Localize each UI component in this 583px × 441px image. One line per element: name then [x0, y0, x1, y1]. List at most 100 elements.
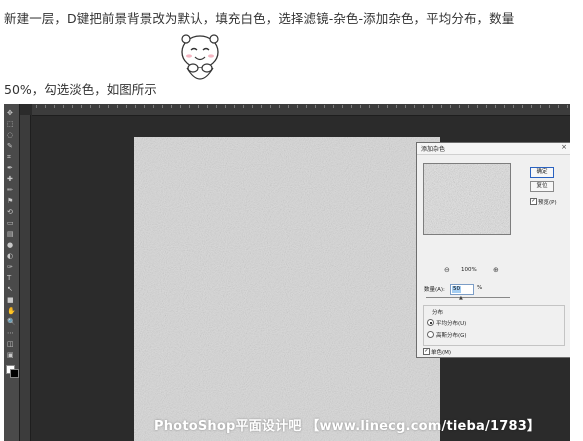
dodge-icon[interactable]: ◐	[7, 253, 16, 260]
eyedropper-icon[interactable]: ✒	[7, 165, 16, 172]
preview-checkbox[interactable]: ✓	[530, 198, 537, 205]
ruler-tick	[126, 105, 127, 108]
ruler-tick	[441, 105, 442, 108]
instruction-line-1: 新建一层，D键把前景背景改为默认，填充白色，选择滤镜-杂色-添加杂色，平均分布，…	[4, 11, 515, 26]
ruler-tick	[99, 105, 100, 108]
ruler-tick	[198, 105, 199, 108]
ruler-tick	[153, 105, 154, 108]
ruler-tick	[306, 105, 307, 108]
ruler-tick	[72, 105, 73, 108]
reset-button[interactable]: 复位	[530, 181, 554, 192]
shape-icon[interactable]: ■	[7, 297, 16, 304]
ruler-tick	[135, 105, 136, 108]
top-ruler	[32, 104, 570, 116]
ruler-tick	[36, 105, 37, 108]
ruler-tick	[81, 105, 82, 108]
amount-label: 数量(A):	[424, 287, 445, 293]
hand-icon[interactable]: ✋	[7, 308, 16, 315]
quick-mask-icon[interactable]: ◫	[7, 341, 16, 348]
ruler-tick	[513, 105, 514, 108]
photoshop-workspace: ✥ ⬚ ◌ ✎ ⌗ ✒ ✚ ✏ ⚑ ⟲ ▭ ▤ ● ◐ ✑ T ↖ ■ ✋ 🔍 ⋯ ◫ ▣ 添加杂色 ×	[4, 104, 570, 441]
edit-toolbar-icon[interactable]: ⋯	[7, 330, 16, 337]
move-icon[interactable]: ✥	[7, 110, 16, 117]
stamp-icon[interactable]: ⚑	[7, 198, 16, 205]
background-color-swatch[interactable]	[10, 369, 19, 378]
ruler-tick	[315, 105, 316, 108]
amount-slider[interactable]: ▲	[426, 295, 510, 301]
slider-thumb-icon[interactable]: ▲	[459, 295, 463, 301]
lasso-icon[interactable]: ◌	[7, 132, 16, 139]
monochromatic-checkbox[interactable]: ✓	[423, 348, 430, 355]
ruler-tick	[216, 105, 217, 108]
filter-preview[interactable]	[423, 163, 511, 235]
ruler-tick	[297, 105, 298, 108]
ruler-tick	[558, 105, 559, 108]
uniform-radio[interactable]	[427, 319, 434, 326]
ruler-tick	[351, 105, 352, 108]
ruler-tick	[549, 105, 550, 108]
gradient-icon[interactable]: ▤	[7, 231, 16, 238]
ruler-tick	[279, 105, 280, 108]
ruler-tick	[387, 105, 388, 108]
gaussian-label: 高斯分布(G)	[436, 333, 467, 339]
close-icon[interactable]: ×	[561, 143, 567, 151]
ruler-tick	[108, 105, 109, 108]
ruler-tick	[261, 105, 262, 108]
ruler-tick	[180, 105, 181, 108]
preview-label: 预览(P)	[538, 200, 557, 206]
blur-icon[interactable]: ●	[7, 242, 16, 249]
ruler-tick	[63, 105, 64, 108]
dialog-title: 添加杂色	[421, 146, 446, 153]
ruler-tick	[234, 105, 235, 108]
gaussian-radio[interactable]	[427, 331, 434, 338]
zoom-icon[interactable]: 🔍	[7, 319, 16, 326]
ruler-tick	[432, 105, 433, 108]
ruler-tick	[207, 105, 208, 108]
ruler-tick	[504, 105, 505, 108]
ruler-tick	[522, 105, 523, 108]
zoom-in-icon[interactable]: ⊕	[493, 266, 499, 274]
marquee-icon[interactable]: ⬚	[7, 121, 16, 128]
smiling-bear-emoticon-icon	[181, 34, 219, 80]
type-icon[interactable]: T	[7, 275, 16, 282]
ruler-tick	[45, 105, 46, 108]
zoom-level: 100%	[461, 267, 477, 273]
ruler-tick	[333, 105, 334, 108]
dialog-titlebar: 添加杂色 ×	[417, 143, 570, 155]
ruler-tick	[531, 105, 532, 108]
ruler-tick	[54, 105, 55, 108]
ruler-tick	[270, 105, 271, 108]
distribution-group: 分布 平均分布(U) 高斯分布(G)	[423, 305, 565, 346]
ruler-tick	[189, 105, 190, 108]
ruler-tick	[171, 105, 172, 108]
ruler-tick	[360, 105, 361, 108]
noise-texture	[134, 137, 440, 441]
history-brush-icon[interactable]: ⟲	[7, 209, 16, 216]
ruler-tick	[396, 105, 397, 108]
ruler-tick	[369, 105, 370, 108]
distribution-label: 分布	[432, 310, 444, 316]
add-noise-dialog: 添加杂色 × 确定 复位 ✓ 预览(P) ⊖ 100% ⊕ 数量(A): 50	[416, 142, 570, 358]
crop-icon[interactable]: ⌗	[7, 154, 16, 161]
amount-input[interactable]: 50	[450, 284, 474, 295]
ruler-tick	[144, 105, 145, 108]
ruler-tick	[486, 105, 487, 108]
path-select-icon[interactable]: ↖	[7, 286, 16, 293]
ruler-tick	[324, 105, 325, 108]
eraser-icon[interactable]: ▭	[7, 220, 16, 227]
ruler-tick	[495, 105, 496, 108]
screen-mode-icon[interactable]: ▣	[7, 352, 16, 359]
healing-icon[interactable]: ✚	[7, 176, 16, 183]
ruler-tick	[477, 105, 478, 108]
ruler-tick	[117, 105, 118, 108]
ruler-tick	[225, 105, 226, 108]
watermark: PhotoShop平面设计吧 【www.linecg.com/tieba/178…	[154, 419, 541, 434]
quick-select-icon[interactable]: ✎	[7, 143, 16, 150]
brush-icon[interactable]: ✏	[7, 187, 16, 194]
ok-button[interactable]: 确定	[530, 167, 554, 178]
uniform-label: 平均分布(U)	[436, 321, 467, 327]
document-canvas[interactable]	[134, 137, 440, 441]
zoom-out-icon[interactable]: ⊖	[444, 266, 450, 274]
pen-icon[interactable]: ✑	[7, 264, 16, 271]
monochromatic-label: 单色(M)	[431, 350, 452, 356]
